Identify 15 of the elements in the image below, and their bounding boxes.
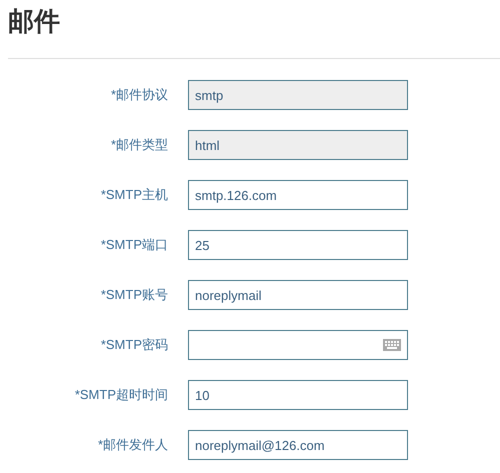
input-field[interactable]: 10 — [188, 380, 408, 410]
field-label: *SMTP端口 — [100, 236, 168, 254]
input-field[interactable]: 25 — [188, 230, 408, 260]
field-label: *邮件类型 — [110, 136, 168, 154]
page-title: 邮件 — [7, 5, 61, 38]
field-label: *邮件发件人 — [96, 436, 168, 454]
field-label: *SMTP账号 — [100, 286, 168, 304]
input-field[interactable]: noreplymail@126.com — [188, 430, 408, 460]
input-field[interactable]: noreplymail — [188, 280, 408, 310]
password-field[interactable] — [188, 330, 408, 360]
field-label: *SMTP超时时间 — [74, 386, 168, 404]
field-label: *邮件协议 — [110, 86, 168, 104]
field-label: *SMTP密码 — [100, 336, 168, 354]
field-label: *SMTP主机 — [100, 186, 168, 204]
input-field[interactable]: smtp.126.com — [188, 180, 408, 210]
